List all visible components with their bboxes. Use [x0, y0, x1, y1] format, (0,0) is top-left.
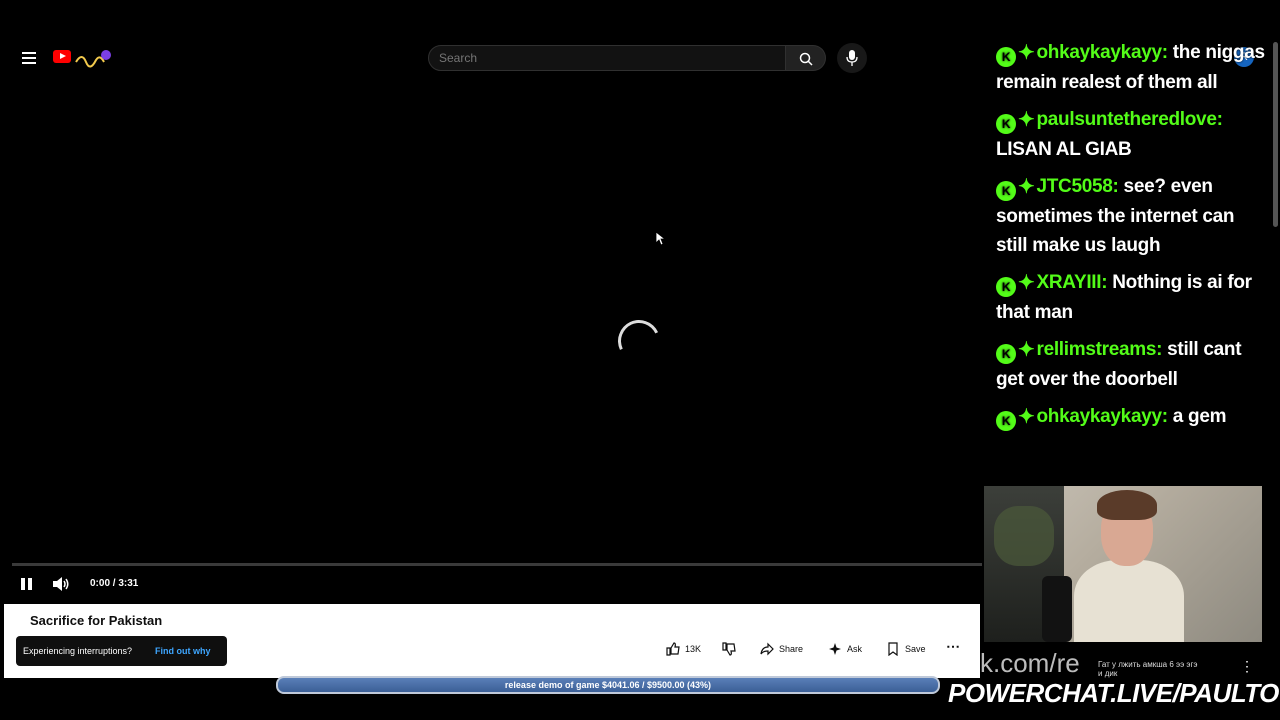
- bookmark-icon: [888, 642, 898, 656]
- interruptions-toast: Experiencing interruptions? Find out why: [16, 636, 227, 666]
- promo-url-fragment: k.com/re: [980, 648, 1080, 678]
- chat-message: K ✦ rellimstreams: still cant get over the…: [996, 335, 1266, 394]
- search-icon: [799, 52, 813, 66]
- save-label: Save: [905, 644, 926, 654]
- share-label: Share: [779, 644, 804, 654]
- video-progress-bar[interactable]: [12, 563, 982, 566]
- donation-goal-text: release demo of game $4041.06 / $9500.00…: [504, 680, 712, 690]
- subscriber-badge-icon: ✦: [1018, 109, 1035, 131]
- chat-username[interactable]: rellimstreams:: [1036, 339, 1162, 360]
- top-bar: [0, 40, 980, 76]
- search-input[interactable]: [429, 46, 779, 70]
- chat-username[interactable]: XRAYIII:: [1036, 272, 1107, 293]
- subscriber-badge-icon: ✦: [1018, 176, 1035, 198]
- streamer-body: [1074, 560, 1184, 642]
- toast-text: Experiencing interruptions?: [23, 646, 133, 656]
- more-options-icon[interactable]: ⋯: [946, 635, 960, 657]
- save-button[interactable]: Save: [886, 638, 926, 660]
- chat-username[interactable]: paulsuntetheredlove:: [1036, 109, 1222, 130]
- loading-spinner-icon: [612, 314, 666, 368]
- kick-badge-icon: K: [996, 277, 1016, 297]
- chat-text: a gem: [1172, 406, 1227, 427]
- promo-small-text: Гат у лжить амкша 6 ээ эгэ и дик: [1098, 660, 1198, 678]
- scrollbar[interactable]: [1273, 42, 1278, 227]
- volume-icon[interactable]: [52, 576, 70, 592]
- kick-badge-icon: K: [996, 181, 1016, 201]
- chat-message: K ✦ JTC5058: see? even sometimes the inter…: [996, 172, 1266, 260]
- voice-search-button[interactable]: [837, 43, 867, 73]
- chat-username[interactable]: ohkaykaykayy:: [1036, 42, 1168, 63]
- chat-username[interactable]: JTC5058:: [1036, 176, 1118, 197]
- menu-icon[interactable]: [22, 52, 36, 64]
- background-plant: [994, 506, 1054, 566]
- kick-badge-icon: K: [996, 114, 1016, 134]
- mouse-cursor-icon: [656, 232, 666, 246]
- kick-badge-icon: K: [996, 344, 1016, 364]
- chat-text: LISAN AL GIAB: [996, 139, 1132, 160]
- like-button[interactable]: 13K: [666, 638, 701, 660]
- search-button[interactable]: [786, 45, 826, 71]
- doodle-logo-icon[interactable]: [74, 48, 114, 68]
- stream-chat-overlay: K ✦ ohkaykaykayy: the niggas remain reales…: [996, 38, 1266, 440]
- chat-message: K ✦ ohkaykaykayy: the niggas remain reales…: [996, 38, 1266, 97]
- video-info-bar: Sacrifice for Pakistan Experiencing inte…: [4, 604, 980, 678]
- chat-message: K ✦ XRAYIII: Nothing is ai for that man: [996, 268, 1266, 327]
- powerchat-brand: POWERCHAT.LIVE/PAULTOWN: [948, 678, 1280, 708]
- subscriber-badge-icon: ✦: [1018, 339, 1035, 361]
- streamer-webcam: [984, 486, 1262, 642]
- time-display: 0:00 / 3:31: [90, 578, 139, 589]
- share-icon: [760, 642, 774, 656]
- subscriber-badge-icon: ✦: [1018, 272, 1035, 294]
- search-box: [428, 45, 786, 71]
- subscriber-badge-icon: ✦: [1018, 406, 1035, 428]
- kick-badge-icon: K: [996, 411, 1016, 431]
- pause-button[interactable]: [18, 576, 34, 592]
- thumbs-up-icon: [666, 642, 680, 656]
- youtube-logo[interactable]: [53, 50, 71, 63]
- subscriber-badge-icon: ✦: [1018, 42, 1035, 64]
- donation-goal-bar: release demo of game $4041.06 / $9500.00…: [276, 676, 940, 694]
- chat-message: K ✦ ohkaykaykayy: a gem: [996, 402, 1266, 432]
- thumbs-down-icon: [722, 642, 736, 656]
- chat-message: K ✦ paulsuntetheredlove: LISAN AL GIAB: [996, 105, 1266, 164]
- dislike-button[interactable]: [722, 638, 736, 660]
- microphone-icon: [846, 50, 858, 66]
- ask-label: Ask: [847, 644, 863, 654]
- kick-badge-icon: K: [996, 47, 1016, 67]
- share-button[interactable]: Share: [760, 638, 803, 660]
- streamer-hair: [1097, 490, 1157, 520]
- find-out-why-link[interactable]: Find out why: [155, 646, 211, 656]
- ask-button[interactable]: Ask: [828, 638, 862, 660]
- microphone: [1042, 576, 1072, 642]
- video-title: Sacrifice for Pakistan: [30, 613, 163, 628]
- overlay-more-icon[interactable]: ⋮: [1240, 658, 1254, 675]
- sparkle-icon: [829, 643, 841, 655]
- chat-username[interactable]: ohkaykaykayy:: [1036, 406, 1168, 427]
- like-count: 13K: [685, 644, 702, 654]
